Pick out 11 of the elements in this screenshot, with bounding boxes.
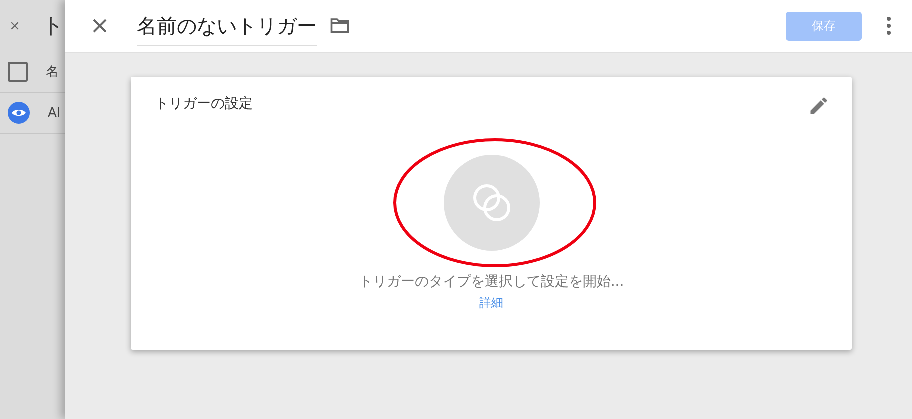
column-header: 名 [46,64,59,81]
card-title: トリガーの設定 [155,95,253,114]
close-icon[interactable] [91,17,109,35]
pencil-icon[interactable] [808,95,830,117]
page-title: ト [42,13,65,41]
row-label: Al [48,106,61,120]
eye-icon[interactable] [8,102,30,124]
prompt-text: トリガーのタイプを選択して設定を開始... [358,273,624,291]
trigger-name-field[interactable]: 名前のないトリガー [137,6,317,46]
details-link[interactable]: 詳細 [480,295,504,312]
checkbox[interactable] [8,62,28,82]
